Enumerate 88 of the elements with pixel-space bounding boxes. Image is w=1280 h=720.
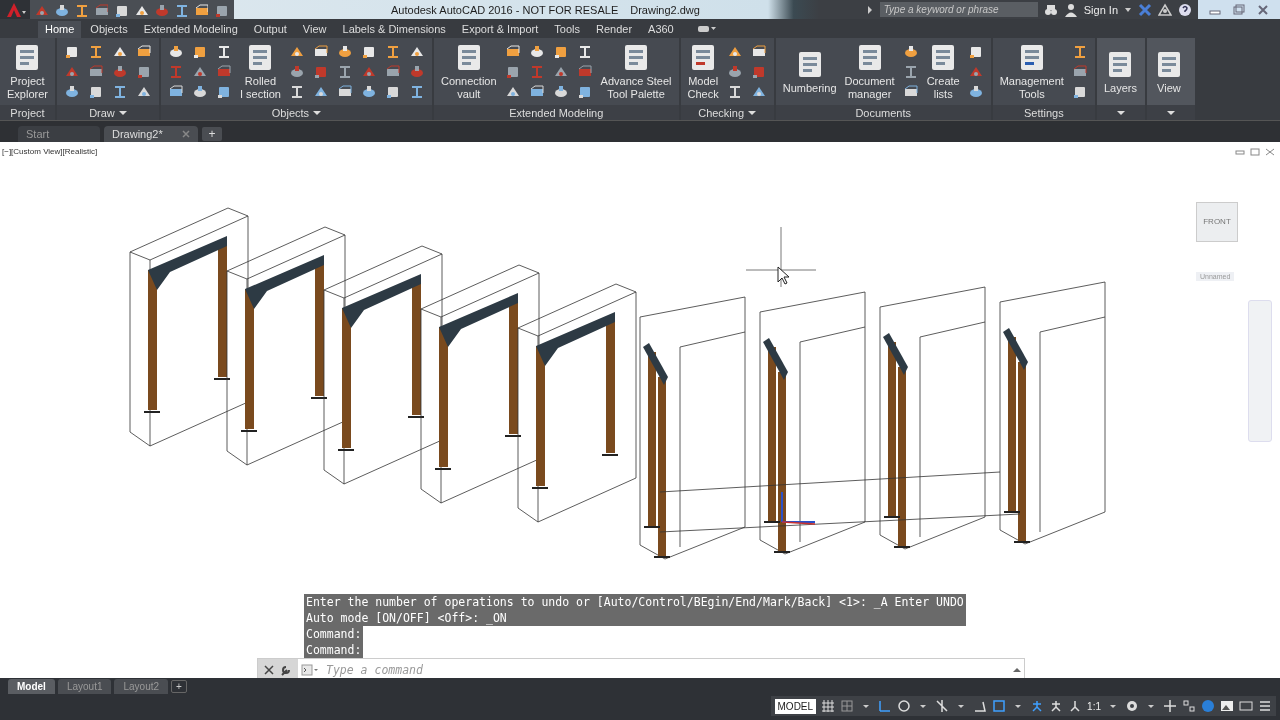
ribbon-tool-button[interactable]: Connection vault [437,40,500,103]
ribbon-tool-button[interactable]: View [1150,46,1187,97]
tool-icon[interactable] [336,43,353,60]
viewport-label[interactable]: [−][Custom View][Realistic] [2,146,98,156]
ribbon-tab[interactable]: Labels & Dimensions [335,21,453,38]
ribbon-tool-button[interactable]: Advance Steel Tool Palette [597,40,675,103]
window-icon[interactable] [1239,699,1253,714]
ribbon-tool-button[interactable]: Project Explorer [4,40,51,103]
ribbon-tab[interactable]: A360 [641,21,681,38]
close-icon[interactable] [264,664,274,675]
logo-icon[interactable] [4,1,26,18]
ribbon-tab[interactable]: Extended Modeling [136,21,245,38]
angle-icon[interactable] [973,699,988,714]
wrench-icon[interactable] [280,663,292,676]
toolbar-icon[interactable] [94,2,108,17]
command-prompt-icon[interactable] [298,663,318,676]
panel-title: Documents [855,106,912,119]
tool-icon[interactable] [111,63,128,80]
plus-icon[interactable] [1163,699,1177,714]
file-tab[interactable]: Drawing2* [104,125,198,142]
x-logo-icon[interactable] [1138,2,1152,17]
toolbar-icon[interactable] [154,2,168,17]
ribbon-tool-button[interactable]: Create lists [923,40,963,103]
model-space-button[interactable]: MODEL [774,698,817,714]
command-line-field[interactable]: Type a command [257,657,1025,679]
tool-icon[interactable] [288,63,305,80]
toolbar-icon[interactable] [194,2,208,17]
caret-icon[interactable] [1166,110,1175,115]
caret-icon[interactable] [1124,5,1132,14]
triangle-network-icon[interactable] [1158,2,1172,17]
view-cube[interactable]: FRONT [1196,201,1238,242]
binoculars-icon[interactable] [1043,2,1058,17]
tool-icon[interactable] [552,83,569,100]
toolbar-icon[interactable] [174,2,188,17]
toggle-icon[interactable] [696,23,717,34]
ribbon-tool-button[interactable]: Rolled I section [236,40,284,103]
tool-icon[interactable] [360,83,377,100]
new-tab-button[interactable]: + [202,126,222,141]
toolbar-icon[interactable] [74,2,88,17]
ribbon-tool-button[interactable]: Document manager [841,40,898,103]
ribbon-tab[interactable]: Output [246,21,294,38]
ribbon-tool-button[interactable]: Model Check [684,40,722,103]
tool-icon[interactable] [967,83,984,100]
caret-icon[interactable] [313,110,322,115]
gear-icon[interactable] [1125,699,1139,714]
tool-icon[interactable] [902,43,919,60]
restore-icon[interactable] [1232,3,1246,16]
tool-icon[interactable] [726,63,743,80]
new-layout-button[interactable]: + [171,680,187,694]
grid-icon[interactable] [840,699,855,714]
caret-icon[interactable] [118,110,127,115]
sign-in-link[interactable]: Sign In [1083,3,1118,16]
caret-icon[interactable] [865,4,874,15]
panel-title[interactable]: Objects [271,106,310,119]
search-field[interactable]: Type a keyword or phrase [879,2,1038,17]
caret-icon[interactable] [1116,110,1125,115]
ribbon-tool-button[interactable]: Management Tools [996,40,1067,103]
image-icon[interactable] [1220,699,1234,714]
toolbar-icon[interactable] [54,2,68,17]
tool-icon[interactable] [63,83,80,100]
grid-icon[interactable] [821,699,836,714]
caret-icon[interactable] [748,110,757,115]
ribbon-tab[interactable]: Tools [547,21,587,38]
diagonal-line-icon[interactable] [935,699,950,714]
close-icon[interactable] [1265,147,1275,156]
panel-title: Project [10,106,45,119]
tool-icon[interactable] [528,43,545,60]
ribbon-tool-button[interactable]: Numbering [779,46,840,97]
panel-title: Settings [1023,106,1064,119]
annotation-scale-button[interactable]: 1:1 [1087,700,1101,712]
tool-icon[interactable] [408,63,425,80]
file-name: Drawing2.dwg [630,3,700,16]
close-icon[interactable] [1256,3,1270,16]
ribbon-tool-button[interactable]: Layers [1100,46,1140,97]
ribbon-tab[interactable]: Objects [83,21,135,38]
help-icon[interactable] [1178,2,1192,17]
user-icon[interactable] [1063,2,1078,17]
file-tab[interactable]: Start [18,125,100,142]
ribbon-tab[interactable]: Export & Import [454,21,546,38]
ribbon-tab[interactable]: Render [588,21,640,38]
tool-icon[interactable] [191,83,208,100]
ribbon-tab[interactable]: View [295,21,334,38]
tool-icon[interactable] [167,43,184,60]
layout-tab[interactable]: Model [8,679,55,695]
panel-title: Extended Modeling [509,106,604,119]
menu-icon[interactable] [1258,699,1272,714]
window-title: Autodesk AutoCAD 2016 - NOT FOR RESALE [391,3,619,16]
ribbon-tab[interactable]: Home [38,21,82,38]
